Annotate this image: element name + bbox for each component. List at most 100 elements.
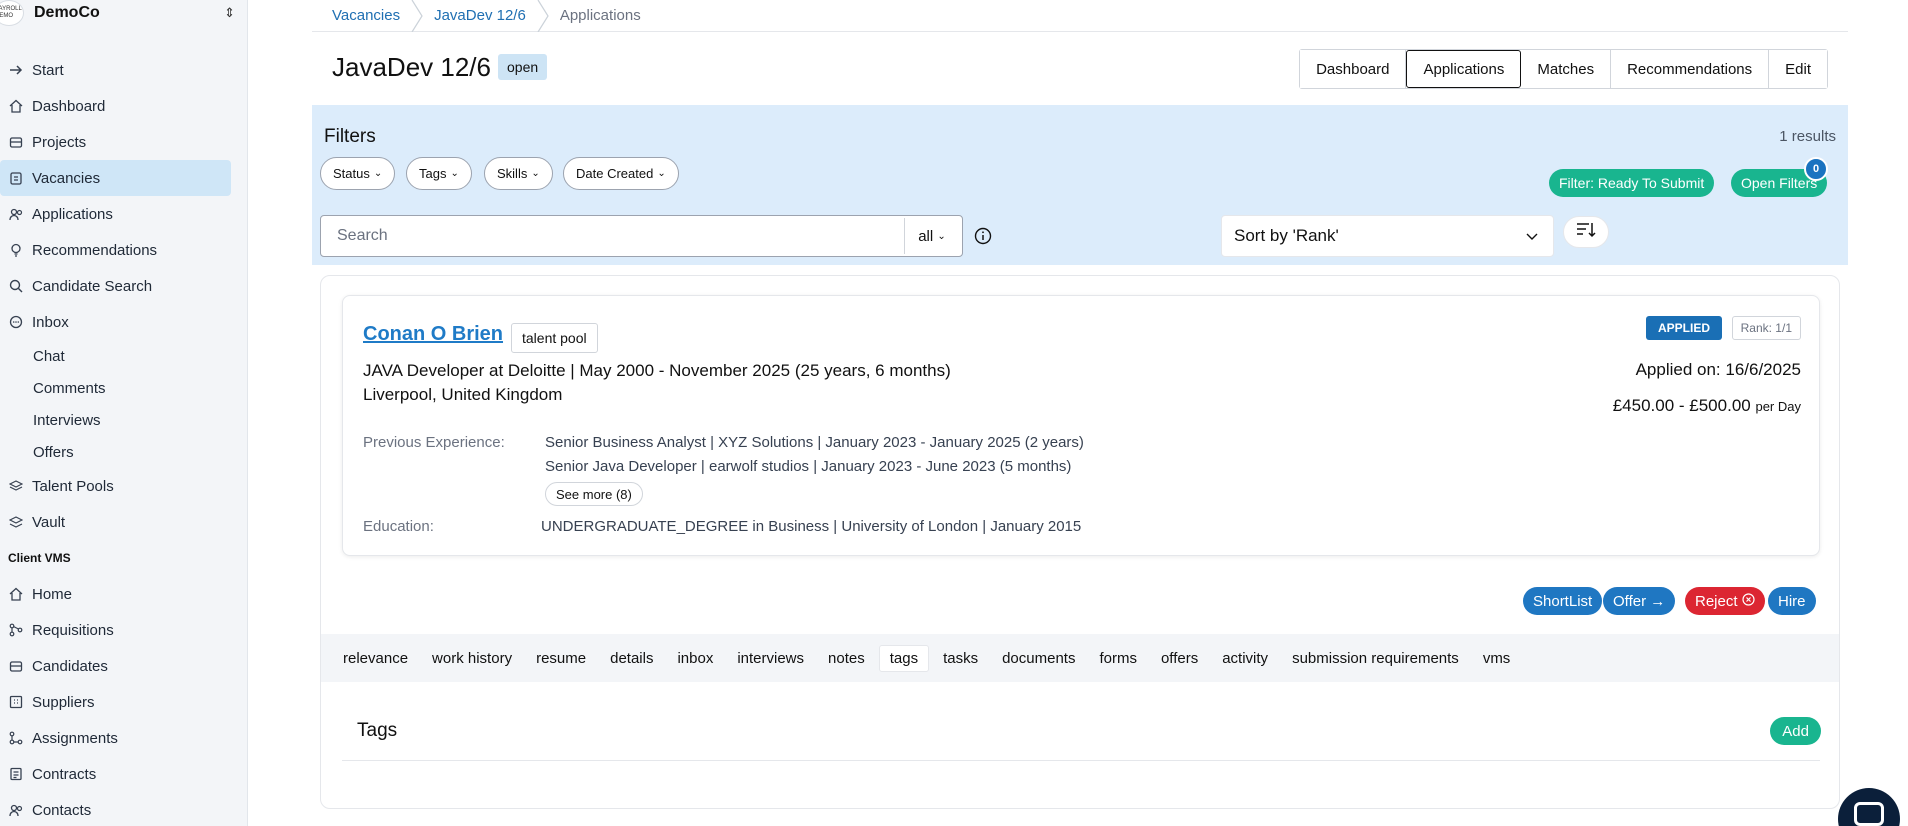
chevron-updown-icon[interactable]: ⇕ xyxy=(224,5,235,21)
tab-activity[interactable]: activity xyxy=(1222,646,1268,671)
filter-ready-to-submit-button[interactable]: Filter: Ready To Submit xyxy=(1549,169,1715,197)
contacts-icon xyxy=(8,802,24,818)
lightbulb-icon xyxy=(8,242,24,258)
breadcrumb: Vacancies JavaDev 12/6 Applications xyxy=(312,0,1848,32)
sidebar-item-label: Applications xyxy=(32,205,113,223)
previous-experience-item: Senior Business Analyst | XYZ Solutions … xyxy=(545,434,1084,451)
sidebar-item-assignments[interactable]: Assignments xyxy=(0,720,240,756)
sidebar-section-label: Client VMS xyxy=(8,551,71,565)
reject-button[interactable]: Reject xyxy=(1685,587,1765,615)
tab-tasks[interactable]: tasks xyxy=(943,646,978,671)
sidebar-item-talent-pools[interactable]: Talent Pools xyxy=(0,468,240,504)
search-scope-dropdown[interactable]: all ⌄ xyxy=(904,218,959,254)
tab-edit[interactable]: Edit xyxy=(1769,50,1827,88)
tab-offers[interactable]: offers xyxy=(1161,646,1198,671)
tab-work-history[interactable]: work history xyxy=(432,646,512,671)
sidebar-item-inbox[interactable]: Inbox xyxy=(0,304,240,340)
rate-value: £450.00 - £500.00 xyxy=(1612,396,1751,415)
sidebar-item-projects[interactable]: Projects xyxy=(0,124,240,160)
sidebar-item-label: Dashboard xyxy=(32,97,106,115)
vault-icon xyxy=(8,514,24,530)
sidebar-subitem-chat[interactable]: Chat xyxy=(0,340,248,372)
shortlist-button[interactable]: ShortList xyxy=(1523,587,1603,615)
previous-experience-label: Previous Experience: xyxy=(363,434,505,451)
filter-chip-status[interactable]: Status ⌄ xyxy=(320,157,396,190)
chat-icon xyxy=(8,314,24,330)
application-status-badge: APPLIED xyxy=(1645,316,1722,340)
tab-matches[interactable]: Matches xyxy=(1521,50,1612,88)
sort-descending-icon xyxy=(1576,221,1596,244)
breadcrumb-vacancy[interactable]: JavaDev 12/6 xyxy=(434,7,526,24)
suppliers-icon xyxy=(8,694,24,710)
clipboard-icon xyxy=(8,170,24,186)
sidebar-item-recommendations[interactable]: Recommendations xyxy=(0,232,240,268)
sidebar-item-label: Candidate Search xyxy=(32,277,153,295)
sidebar-item-candidates[interactable]: Candidates xyxy=(0,648,240,684)
sidebar-subitem-interviews[interactable]: Interviews xyxy=(0,404,248,436)
education-label: Education: xyxy=(363,518,434,535)
tab-resume[interactable]: resume xyxy=(536,646,586,671)
tab-applications[interactable]: Applications xyxy=(1406,50,1522,88)
filter-chip-skills[interactable]: Skills ⌄ xyxy=(484,157,553,190)
sidebar-item-contracts[interactable]: Contracts xyxy=(0,756,240,792)
sidebar-item-contacts[interactable]: Contacts xyxy=(0,792,240,826)
sidebar-item-label: Suppliers xyxy=(32,693,95,711)
sidebar-item-vacancies[interactable]: Vacancies xyxy=(0,160,231,196)
filter-chip-tags[interactable]: Tags ⌄ xyxy=(406,157,472,190)
sidebar-item-start[interactable]: Start xyxy=(0,52,240,88)
filter-chip-date-created[interactable]: Date Created ⌄ xyxy=(563,157,679,190)
candidate-headline: JAVA Developer at Deloitte | May 2000 - … xyxy=(363,361,951,380)
tab-notes[interactable]: notes xyxy=(828,646,865,671)
candidate-location: Liverpool, United Kingdom xyxy=(363,385,563,404)
tab-details[interactable]: details xyxy=(610,646,653,671)
info-icon[interactable] xyxy=(974,227,992,245)
brand-switcher[interactable]: PAYROLL DEMO DemoCo ⇕ xyxy=(0,0,247,26)
offer-button[interactable]: Offer → xyxy=(1603,587,1676,615)
pools-icon xyxy=(8,478,24,494)
sidebar-item-label: Talent Pools xyxy=(32,477,114,495)
tab-vms[interactable]: vms xyxy=(1483,646,1511,671)
sidebar-item-home[interactable]: Home xyxy=(0,576,240,612)
sidebar-item-label: Inbox xyxy=(32,313,69,331)
add-tag-button[interactable]: Add xyxy=(1770,717,1821,745)
tab-inbox[interactable]: inbox xyxy=(677,646,713,671)
sidebar-subitem-comments[interactable]: Comments xyxy=(0,372,248,404)
candidate-tag: talent pool xyxy=(511,323,598,353)
projects-icon xyxy=(8,134,24,150)
chevron-down-icon: ⌄ xyxy=(531,168,540,179)
sidebar-item-dashboard[interactable]: Dashboard xyxy=(0,88,240,124)
sidebar-item-label: Candidates xyxy=(32,657,108,675)
sort-direction-button[interactable] xyxy=(1563,216,1609,248)
sidebar-item-vault[interactable]: Vault xyxy=(0,504,240,540)
breadcrumb-vacancies[interactable]: Vacancies xyxy=(332,7,400,24)
tab-interviews[interactable]: interviews xyxy=(737,646,804,671)
candidate-name-link[interactable]: Conan O Brien xyxy=(363,323,503,346)
rate-unit: per Day xyxy=(1755,399,1801,414)
sort-select[interactable]: Sort by 'Rank' xyxy=(1221,215,1554,257)
tab-recommendations[interactable]: Recommendations xyxy=(1611,50,1770,88)
tab-documents[interactable]: documents xyxy=(1002,646,1075,671)
rank-badge: Rank: 1/1 xyxy=(1731,316,1801,340)
candidate-rate: £450.00 - £500.00 per Day xyxy=(1613,396,1801,416)
search-input[interactable] xyxy=(321,227,904,245)
sidebar-item-suppliers[interactable]: Suppliers xyxy=(0,684,240,720)
tab-submission-requirements[interactable]: submission requirements xyxy=(1292,646,1459,671)
tab-dashboard[interactable]: Dashboard xyxy=(1300,50,1407,88)
tab-tags[interactable]: tags xyxy=(878,644,930,672)
see-more-button[interactable]: See more (8) xyxy=(545,482,643,506)
tab-forms[interactable]: forms xyxy=(1099,646,1137,671)
chip-label: Skills xyxy=(497,166,528,181)
sidebar-item-label: Home xyxy=(32,585,73,603)
sidebar-item-candidate-search[interactable]: Candidate Search xyxy=(0,268,240,304)
sidebar-item-applications[interactable]: Applications xyxy=(0,196,240,232)
chat-widget-button[interactable] xyxy=(1838,788,1900,826)
chip-label: Date Created xyxy=(576,166,654,181)
tab-relevance[interactable]: relevance xyxy=(343,646,408,671)
search-icon xyxy=(8,278,24,294)
sidebar-item-label: Assignments xyxy=(32,729,118,747)
hire-button[interactable]: Hire xyxy=(1768,587,1816,615)
sidebar-item-requisitions[interactable]: Requisitions xyxy=(0,612,240,648)
previous-experience-item: Senior Java Developer | earwolf studios … xyxy=(545,458,1072,475)
sidebar-subitem-offers[interactable]: Offers xyxy=(0,436,248,468)
tags-section-title: Tags xyxy=(357,720,398,741)
